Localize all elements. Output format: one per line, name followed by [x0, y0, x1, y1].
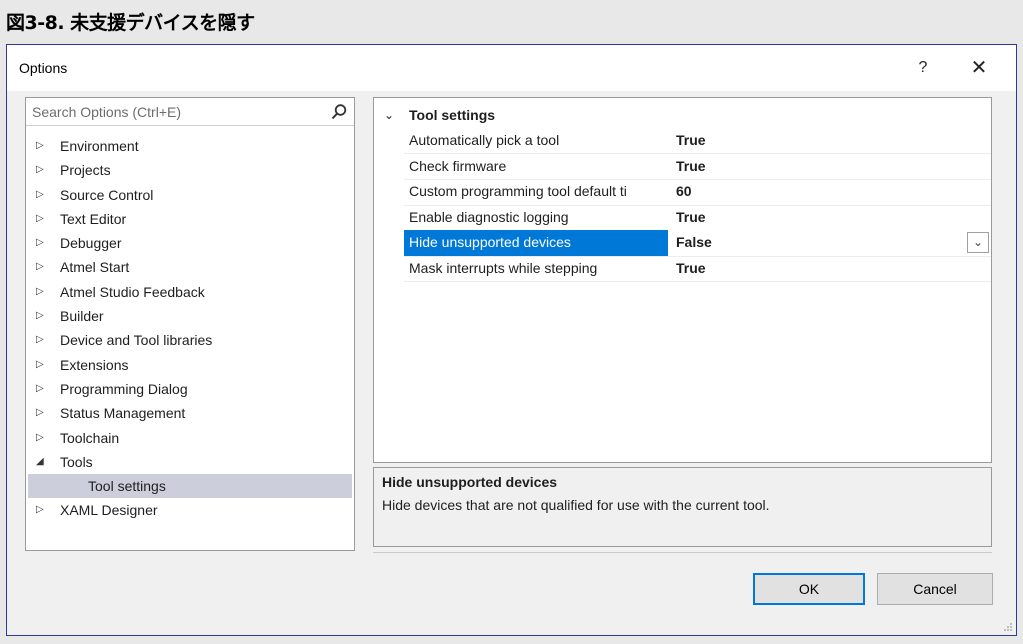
expand-arrow-icon[interactable]: ▷ — [36, 304, 50, 328]
property-row[interactable]: Enable diagnostic logging True — [404, 205, 991, 231]
expand-arrow-icon[interactable]: ▷ — [36, 498, 50, 522]
dropdown-button[interactable]: ⌄ — [967, 232, 989, 253]
expand-arrow-icon[interactable]: ▷ — [36, 377, 50, 401]
tree-item-status-management[interactable]: ▷ Status Management — [26, 401, 354, 425]
expand-arrow-icon[interactable]: ▷ — [36, 134, 50, 158]
tree-item-label: Builder — [60, 308, 104, 325]
title-bar: Options ? ✕ — [7, 45, 1016, 91]
tree-item-tools[interactable]: ◢ Tools — [26, 450, 354, 474]
expand-arrow-icon[interactable]: ▷ — [36, 328, 50, 352]
expand-arrow-icon[interactable]: ▷ — [36, 207, 50, 231]
tree-item-builder[interactable]: ▷ Builder — [26, 304, 354, 328]
tree-item-atmel-studio-feedback[interactable]: ▷ Atmel Studio Feedback — [26, 280, 354, 304]
property-row[interactable]: Check firmware True — [404, 154, 991, 180]
options-dialog: Options ? ✕ ▷ Environment ▷ Projects ▷ Sour… — [6, 44, 1017, 636]
property-row[interactable]: Custom programming tool default ti 60 — [404, 179, 991, 205]
category-label: Tool settings — [409, 107, 496, 123]
help-button[interactable]: ? — [903, 45, 943, 91]
tree-item-xaml-designer[interactable]: ▷ XAML Designer — [26, 498, 354, 522]
tree-item-environment[interactable]: ▷ Environment — [26, 134, 354, 158]
tree-item-label: Toolchain — [60, 429, 120, 446]
description-title: Hide unsupported devices — [382, 474, 558, 490]
tree-item-extensions[interactable]: ▷ Extensions — [26, 353, 354, 377]
expand-arrow-icon[interactable]: ▷ — [36, 183, 50, 207]
ok-button[interactable]: OK — [753, 573, 865, 605]
description-panel: Hide unsupported devices Hide devices th… — [373, 467, 992, 547]
resize-grip-icon[interactable] — [1003, 622, 1013, 632]
property-value[interactable]: 60 — [670, 179, 991, 205]
property-value[interactable]: True — [670, 154, 991, 180]
tree-item-toolchain[interactable]: ▷ Toolchain — [26, 426, 354, 450]
property-name: Check firmware — [409, 157, 507, 174]
property-name: Hide unsupported devices — [404, 230, 668, 256]
tree-item-label: Atmel Studio Feedback — [60, 283, 205, 300]
property-value[interactable]: True — [670, 128, 991, 154]
tree-item-tool-settings[interactable]: Tool settings — [28, 474, 352, 499]
search-input[interactable] — [32, 102, 322, 122]
property-value[interactable]: False — [670, 230, 991, 256]
tree-item-label: Source Control — [60, 186, 154, 203]
expand-arrow-icon[interactable]: ▷ — [36, 353, 50, 377]
property-name: Mask interrupts while stepping — [409, 259, 598, 276]
tree-item-atmel-start[interactable]: ▷ Atmel Start — [26, 255, 354, 279]
tree-item-label: Text Editor — [60, 210, 127, 227]
property-grid: ⌄ Tool settings Automatically pick a too… — [373, 97, 992, 463]
tree-item-label: Debugger — [60, 235, 122, 252]
search-icon[interactable] — [330, 103, 348, 121]
chevron-down-icon[interactable]: ⌄ — [384, 104, 394, 126]
expand-arrow-icon[interactable]: ▷ — [36, 231, 50, 255]
property-name: Custom programming tool default ti — [409, 183, 627, 199]
options-tree: ▷ Environment ▷ Projects ▷ Source Control ▷… — [26, 134, 354, 523]
property-row[interactable]: Automatically pick a tool True — [404, 128, 991, 154]
cancel-button[interactable]: Cancel — [877, 573, 993, 605]
tree-item-label: Projects — [60, 162, 111, 179]
tree-item-device-and-tool-libraries[interactable]: ▷ Device and Tool libraries — [26, 328, 354, 352]
collapse-arrow-icon[interactable]: ◢ — [36, 450, 50, 474]
property-value[interactable]: True — [670, 205, 991, 231]
expand-arrow-icon[interactable]: ▷ — [36, 426, 50, 450]
tree-item-projects[interactable]: ▷ Projects — [26, 158, 354, 182]
figure-caption: 図3-8. 未支援デバイスを隠す — [6, 12, 255, 34]
property-name: Automatically pick a tool — [409, 132, 560, 148]
tree-item-programming-dialog[interactable]: ▷ Programming Dialog — [26, 377, 354, 401]
expand-arrow-icon[interactable]: ▷ — [36, 280, 50, 304]
property-row-selected[interactable]: Hide unsupported devices False ⌄ — [404, 230, 991, 256]
tree-item-text-editor[interactable]: ▷ Text Editor — [26, 207, 354, 231]
expand-arrow-icon[interactable]: ▷ — [36, 401, 50, 425]
search-box — [26, 98, 354, 126]
close-button[interactable]: ✕ — [959, 45, 999, 91]
expand-arrow-icon[interactable]: ▷ — [36, 158, 50, 182]
tree-item-label: Tools — [60, 453, 93, 470]
tree-item-label: XAML Designer — [60, 502, 158, 519]
tree-item-label: Device and Tool libraries — [60, 332, 213, 349]
property-row[interactable]: Mask interrupts while stepping True — [404, 256, 991, 282]
expand-arrow-icon[interactable]: ▷ — [36, 255, 50, 279]
divider — [373, 552, 992, 553]
property-value[interactable]: True — [670, 256, 991, 282]
property-name: Enable diagnostic logging — [409, 208, 569, 225]
tree-item-label: Tool settings — [88, 478, 166, 495]
description-text: Hide devices that are not qualified for … — [382, 497, 770, 513]
tree-item-label: Status Management — [60, 405, 186, 422]
category-row[interactable]: ⌄ Tool settings — [374, 104, 991, 126]
tree-item-debugger[interactable]: ▷ Debugger — [26, 231, 354, 255]
options-tree-panel: ▷ Environment ▷ Projects ▷ Source Control ▷… — [25, 97, 355, 551]
tree-item-label: Extensions — [60, 356, 129, 373]
tree-item-label: Environment — [60, 138, 139, 154]
tree-item-source-control[interactable]: ▷ Source Control — [26, 183, 354, 207]
tree-item-label: Programming Dialog — [60, 380, 188, 397]
tree-item-label: Atmel Start — [60, 259, 130, 276]
dialog-title: Options — [19, 60, 68, 76]
